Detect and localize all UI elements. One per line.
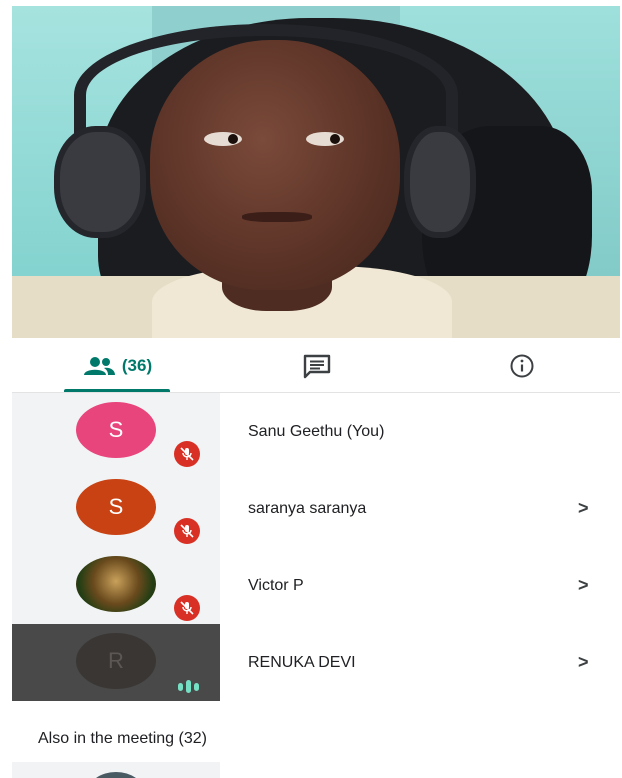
people-count: (36) [121, 356, 153, 375]
participant-name: saranya saranya [248, 500, 367, 517]
participant-row[interactable]: S saranya saranya > [12, 470, 620, 547]
participant-tile-partial [12, 762, 220, 778]
video-mouth [242, 212, 312, 222]
participant-name: Sanu Geethu (You) [248, 423, 385, 440]
headphones-cup-left [54, 126, 146, 238]
panel-tabs: (36) [12, 340, 620, 393]
participant-tile: S [12, 470, 220, 547]
mic-off-icon [174, 518, 200, 544]
tab-info[interactable] [482, 340, 562, 392]
chevron-right-icon[interactable]: > [578, 470, 589, 547]
avatar: S [76, 402, 156, 458]
participant-tile: S [12, 393, 220, 470]
speaking-indicator-icon [178, 680, 199, 693]
section-heading: Also in the meeting (32) [38, 730, 207, 747]
tab-people[interactable]: (36) [52, 340, 182, 392]
participant-name: Victor P [248, 577, 304, 594]
participant-name: RENUKA DEVI [248, 654, 356, 671]
info-icon [510, 354, 534, 378]
participant-row[interactable]: S Sanu Geethu (You) [12, 393, 620, 470]
chat-icon [303, 354, 331, 379]
chevron-right-icon[interactable]: > [578, 624, 589, 701]
participant-row[interactable]: R RENUKA DEVI > [12, 624, 620, 701]
mic-off-icon [174, 441, 200, 467]
avatar: R [76, 633, 156, 689]
tab-chat[interactable] [282, 340, 352, 392]
participant-row[interactable]: Victor P > [12, 547, 620, 624]
participant-tile: R [12, 624, 220, 701]
mic-off-icon [174, 595, 200, 621]
people-icon [83, 357, 115, 375]
headphones-cup-right [404, 126, 476, 238]
participant-list: S Sanu Geethu (You) S saranya saranya > … [12, 393, 620, 701]
chevron-right-icon[interactable]: > [578, 547, 589, 624]
tab-people-indicator [64, 389, 170, 392]
participant-tile [12, 547, 220, 624]
video-feed[interactable] [12, 6, 620, 338]
avatar: S [76, 479, 156, 535]
avatar-photo [76, 556, 156, 612]
